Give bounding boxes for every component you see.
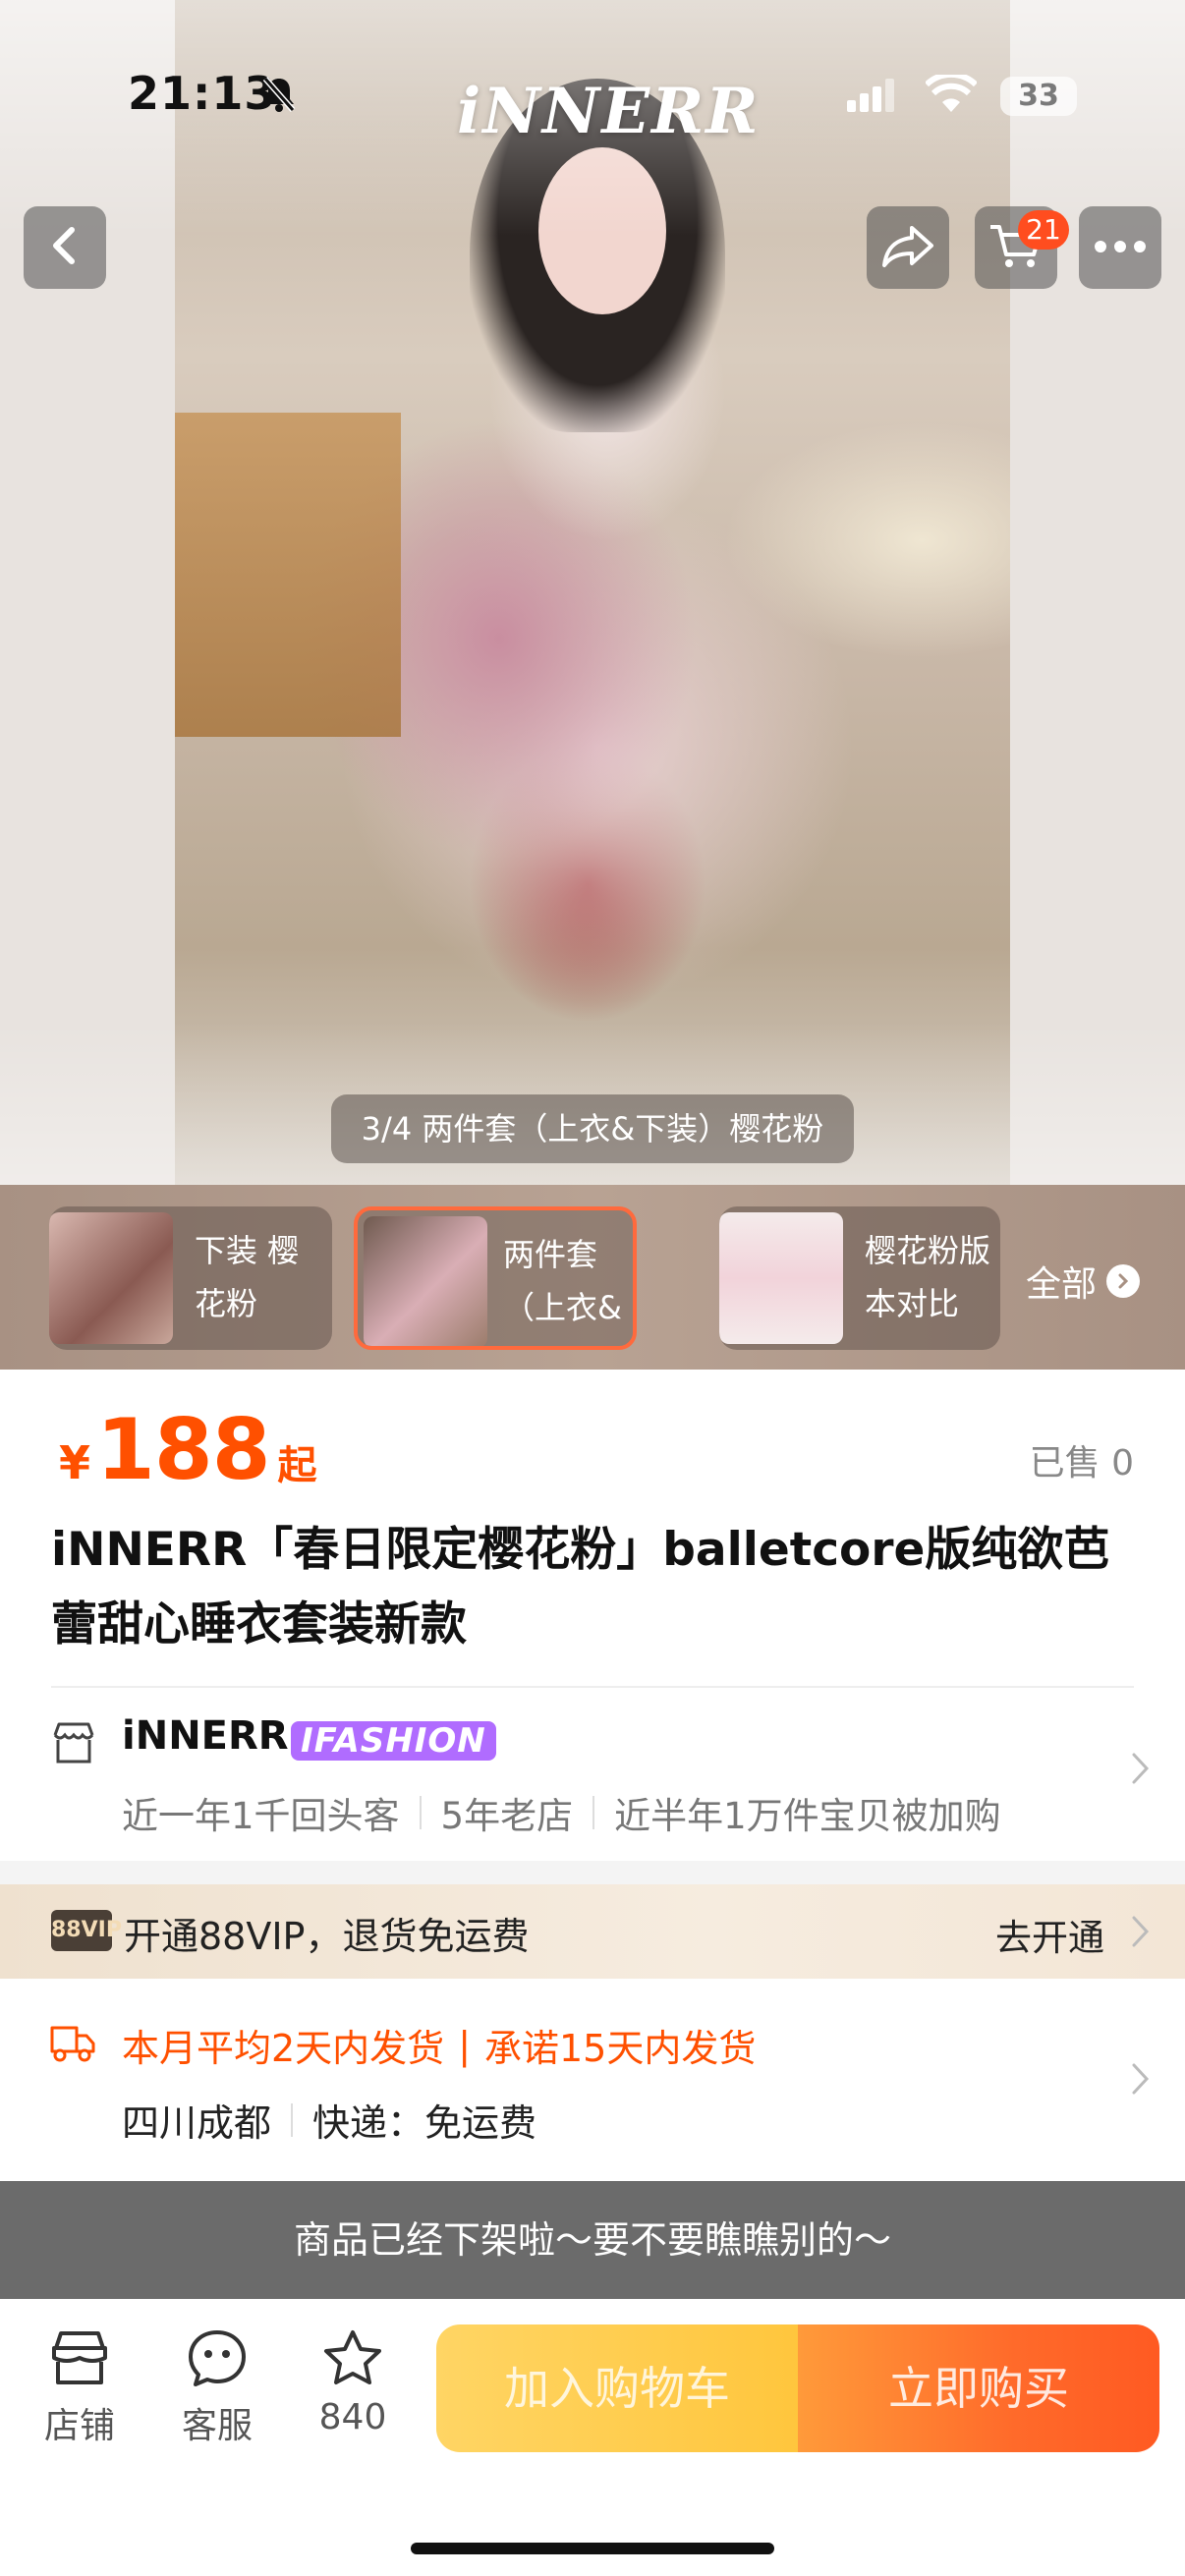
chevron-right-icon (1130, 2061, 1152, 2100)
price-suffix: 起 (277, 1443, 317, 1488)
variant-thumbnail (364, 1216, 487, 1346)
shop-stats: 近一年1千回头客 5年老店 近半年1万件宝贝被加购 (122, 1786, 1001, 1839)
variant-selector: 下装 樱花粉 两件套（上衣&下 樱花粉版本对比 全部 (0, 1185, 1185, 1370)
battery-icon: 33 (1000, 77, 1077, 116)
service-label: 客服 (181, 2406, 253, 2446)
vip-logo: 88VIP (51, 1910, 122, 1951)
home-indicator[interactable] (411, 2543, 774, 2554)
variant-thumbnail (49, 1212, 173, 1344)
variant-option[interactable]: 下装 樱花粉 (49, 1206, 332, 1350)
store-icon (51, 1721, 96, 1768)
share-button[interactable] (867, 206, 949, 289)
price-value: 188 (96, 1401, 271, 1499)
store-icon (48, 2331, 111, 2391)
favorite-tab[interactable]: 840 (299, 2328, 407, 2437)
delisted-banner[interactable]: 商品已经下架啦～要不要瞧瞧别的～ (0, 2181, 1185, 2299)
photo-shelf (175, 413, 401, 737)
product-title[interactable]: iNNERR「春日限定樱花粉」balletcore版纯欲芭蕾甜心睡衣套装新款 (51, 1513, 1142, 1662)
variant-thumbnail (719, 1212, 843, 1344)
purchase-buttons: 加入购物车 立即购买 (436, 2324, 1159, 2452)
delivery-info: 四川成都 快递：免运费 (122, 2093, 536, 2147)
vip-text: 开通88VIP，退货免运费 (124, 1915, 530, 1958)
chevron-right-icon (1106, 1264, 1141, 1298)
shop-stat: 5年老店 (440, 1795, 574, 1837)
stat-separator (419, 1796, 422, 1829)
shop-name: iNNERR (122, 1713, 289, 1759)
shop-stat: 近一年1千回头客 (122, 1795, 400, 1837)
delivery-guarantee: 承诺15天内发货 (484, 2027, 757, 2070)
sold-count: 已售 0 (1029, 1443, 1134, 1484)
truck-icon (49, 2022, 96, 2067)
store-tab[interactable]: 店铺 (26, 2328, 134, 2448)
vip-promo-row[interactable]: 88VIP 开通88VIP，退货免运费 去开通 (0, 1884, 1185, 1979)
chevron-right-icon (1130, 1751, 1152, 1790)
more-button[interactable] (1079, 206, 1161, 289)
share-icon (880, 222, 935, 273)
variant-label: 樱花粉版本对比 (865, 1232, 991, 1322)
shipping-fee: 快递：免运费 (312, 2101, 537, 2145)
price: ¥ 188 起 (59, 1401, 317, 1499)
bell-muted-icon (261, 75, 297, 118)
all-variants-label: 全部 (1026, 1264, 1098, 1305)
wifi-icon (924, 71, 979, 118)
delivery-promise: 本月平均2天内发货 | 承诺15天内发货 (122, 2018, 756, 2072)
star-icon (321, 2330, 384, 2391)
bottom-action-bar: 店铺 客服 840 加入购物车 立即购买 (0, 2299, 1185, 2576)
ship-from-location: 四川成都 (122, 2101, 272, 2145)
product-image-carousel[interactable]: 21:13 iNNERR 33 21 3/4 两件套（上衣&下装）樱花粉 (0, 0, 1185, 1185)
stat-separator (592, 1796, 595, 1829)
favorite-count: 840 (318, 2397, 387, 2437)
signal-icon (847, 79, 896, 116)
delivery-average: 本月平均2天内发货 (122, 2027, 445, 2070)
cart-count-badge: 21 (1018, 210, 1069, 250)
section-gap (0, 1861, 1185, 1884)
variant-label: 两件套（上衣&下 (503, 1236, 622, 1326)
variant-option-selected[interactable]: 两件套（上衣&下 (354, 1206, 637, 1350)
more-icon (1094, 239, 1147, 257)
store-label: 店铺 (43, 2406, 115, 2446)
variant-option[interactable]: 樱花粉版本对比 (719, 1206, 1000, 1350)
brand-logo: iNNERR (457, 75, 761, 148)
buy-now-button[interactable]: 立即购买 (798, 2324, 1159, 2452)
chevron-right-icon (1130, 1914, 1152, 1953)
back-button[interactable] (24, 206, 106, 289)
image-caption: 3/4 两件套（上衣&下装）樱花粉 (331, 1094, 854, 1163)
back-icon (48, 226, 82, 269)
add-to-cart-button[interactable]: 加入购物车 (436, 2324, 798, 2452)
customer-service-tab[interactable]: 客服 (163, 2328, 271, 2448)
price-currency: ¥ (59, 1436, 91, 1489)
vip-open-link[interactable]: 去开通 (995, 1908, 1104, 1961)
variant-label: 下装 樱花粉 (195, 1232, 300, 1322)
info-separator (291, 2102, 294, 2137)
chat-face-icon (186, 2330, 249, 2391)
shop-badge: IFASHION (291, 1721, 496, 1761)
all-variants-button[interactable]: 全部 (1026, 1256, 1141, 1307)
divider (51, 1686, 1134, 1688)
status-time: 21:13 (128, 67, 277, 120)
delivery-separator: | (458, 2023, 471, 2067)
shop-stat: 近半年1万件宝贝被加购 (614, 1795, 1001, 1837)
